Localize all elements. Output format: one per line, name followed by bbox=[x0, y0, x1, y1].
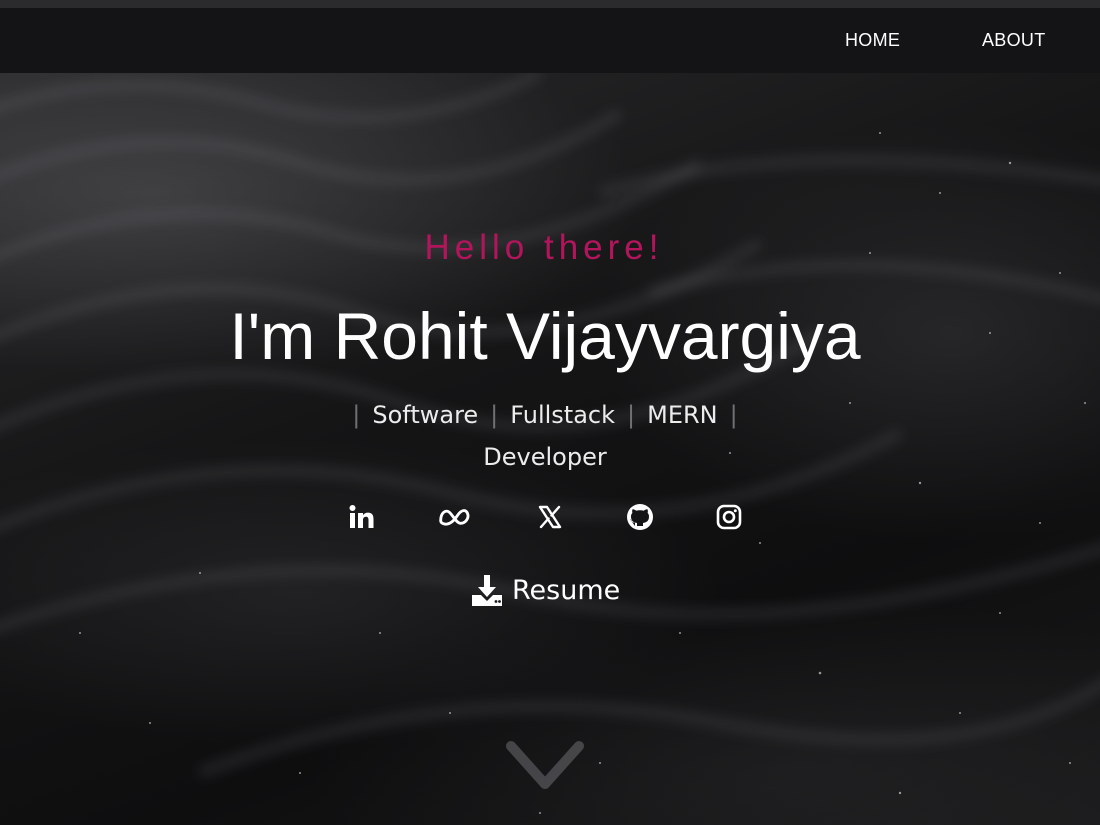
chevron-down-icon bbox=[506, 741, 584, 789]
role-separator: | bbox=[490, 401, 499, 429]
navbar: HOME ABOUT bbox=[0, 8, 1100, 73]
role-suffix: Developer bbox=[483, 443, 607, 471]
role-separator: | bbox=[729, 401, 738, 429]
meta-icon bbox=[439, 509, 470, 526]
role-separator: | bbox=[627, 401, 636, 429]
resume-download-button[interactable]: Resume bbox=[470, 570, 620, 610]
roles-typewriter: | Software | Fullstack | MERN | Developer bbox=[330, 394, 760, 478]
nav-about-link[interactable]: ABOUT bbox=[982, 30, 1046, 51]
github-icon bbox=[627, 504, 653, 530]
meta-link[interactable] bbox=[438, 500, 472, 534]
download-icon bbox=[472, 575, 502, 606]
linkedin-icon bbox=[349, 505, 374, 528]
resume-label: Resume bbox=[512, 574, 621, 606]
x-icon bbox=[538, 505, 562, 529]
role-mern: MERN bbox=[647, 401, 718, 429]
linkedin-link[interactable] bbox=[345, 500, 379, 534]
role-fullstack: Fullstack bbox=[510, 401, 616, 429]
page: HOME ABOUT Hello there! I'm Rohit Vijayv… bbox=[0, 0, 1100, 825]
hero-name: I'm Rohit Vijayvargiya bbox=[229, 299, 861, 373]
scroll-down-button[interactable] bbox=[505, 738, 585, 798]
role-separator: | bbox=[352, 401, 361, 429]
role-software: Software bbox=[372, 401, 479, 429]
instagram-icon bbox=[716, 504, 742, 530]
nav-home-link[interactable]: HOME bbox=[845, 30, 900, 51]
hero-section: Hello there! I'm Rohit Vijayvargiya | Sof… bbox=[0, 0, 1100, 825]
github-link[interactable] bbox=[623, 500, 657, 534]
instagram-link[interactable] bbox=[712, 500, 746, 534]
x-link[interactable] bbox=[533, 500, 567, 534]
greeting-text: Hello there! bbox=[424, 228, 664, 267]
social-links bbox=[0, 500, 1100, 536]
